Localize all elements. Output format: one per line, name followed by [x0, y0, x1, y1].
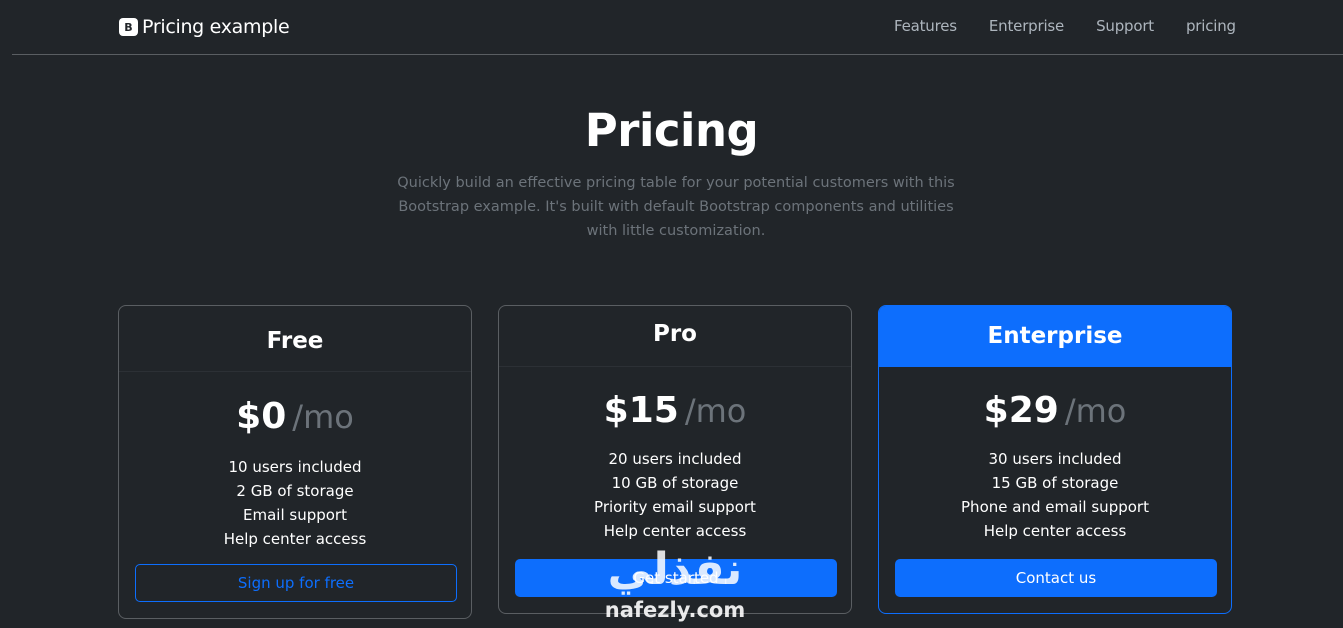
plan-price: $29/mo: [879, 389, 1231, 433]
plan-price: $0/mo: [119, 395, 471, 439]
feature-item: Help center access: [983, 522, 1127, 540]
get-started-button[interactable]: Get started: [515, 559, 837, 597]
price-amount: $15: [603, 390, 679, 431]
feature-item: Help center access: [603, 522, 747, 540]
plan-name: Free: [119, 306, 471, 372]
price-amount: $29: [983, 390, 1059, 431]
nav-link-enterprise[interactable]: Enterprise: [989, 17, 1064, 35]
brand-title: Pricing example: [142, 16, 290, 38]
feature-item: Email support: [243, 506, 347, 524]
nav-link-support[interactable]: Support: [1096, 17, 1154, 35]
site-header: B Pricing example Features Enterprise Su…: [12, 0, 1343, 55]
nav-link-pricing[interactable]: pricing: [1186, 17, 1236, 35]
nav-link-features[interactable]: Features: [894, 17, 957, 35]
feature-item: 15 GB of storage: [991, 474, 1119, 492]
feature-item: 10 users included: [228, 458, 362, 476]
feature-list: 20 users included 10 GB of storage Prior…: [499, 447, 851, 543]
pricing-card-free: Free $0/mo 10 users included 2 GB of sto…: [118, 305, 472, 619]
plan-price: $15/mo: [499, 389, 851, 433]
feature-item: Help center access: [223, 530, 367, 548]
price-period: /mo: [684, 392, 747, 430]
feature-item: Phone and email support: [961, 498, 1149, 516]
price-period: /mo: [1064, 392, 1127, 430]
plan-name: Pro: [499, 306, 851, 367]
feature-item: 30 users included: [988, 450, 1122, 468]
sign-up-button[interactable]: Sign up for free: [135, 564, 457, 602]
feature-item: Priority email support: [594, 498, 756, 516]
price-period: /mo: [292, 398, 354, 436]
pricing-card-pro: Pro $15/mo 20 users included 10 GB of st…: [498, 305, 852, 614]
plan-name: Enterprise: [879, 306, 1231, 367]
page-title: Pricing: [584, 104, 759, 157]
contact-us-button[interactable]: Contact us: [895, 559, 1217, 597]
page-lead: Quickly build an effective pricing table…: [397, 175, 955, 239]
bootstrap-logo-icon: B: [119, 18, 138, 36]
main-nav: Features Enterprise Support pricing: [894, 17, 1236, 35]
pricing-card-enterprise: Enterprise $29/mo 30 users included 15 G…: [878, 305, 1232, 614]
feature-item: 10 GB of storage: [611, 474, 739, 492]
feature-item: 20 users included: [608, 450, 742, 468]
feature-item: 2 GB of storage: [236, 482, 354, 500]
feature-list: 10 users included 2 GB of storage Email …: [119, 455, 471, 551]
brand[interactable]: B Pricing example: [119, 15, 290, 39]
price-amount: $0: [236, 396, 287, 437]
feature-list: 30 users included 15 GB of storage Phone…: [879, 447, 1231, 543]
